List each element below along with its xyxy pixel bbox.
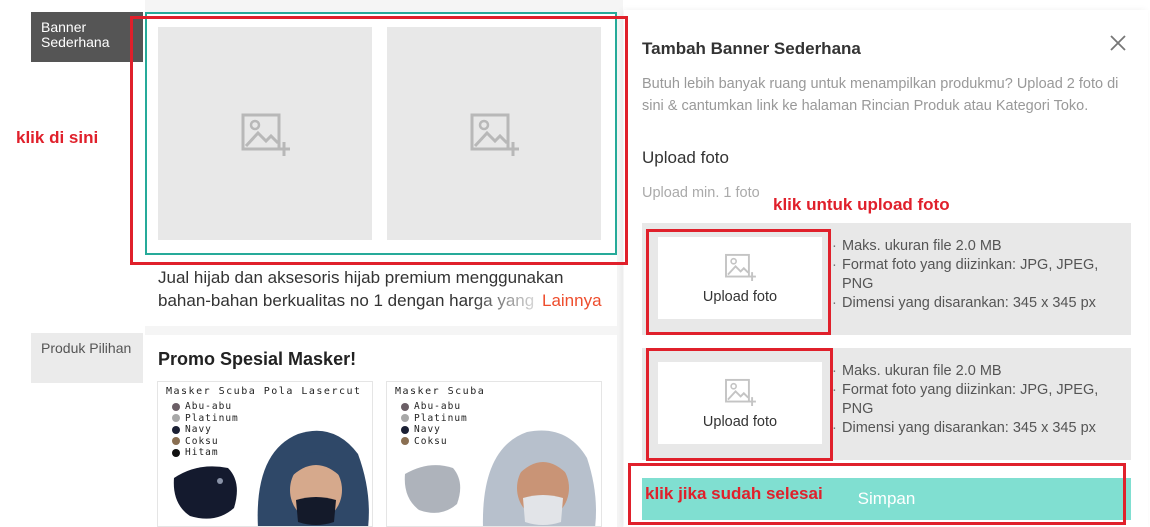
panel-description: Butuh lebih banyak ruang untuk menampilk… — [642, 76, 1119, 114]
model-photo — [404, 430, 596, 526]
description-fade — [470, 289, 550, 312]
rule-item: Maks. ukuran file 2.0 MB — [832, 362, 1122, 381]
more-link[interactable]: Lainnya — [542, 291, 602, 311]
panel-title: Tambah Banner Sederhana — [642, 39, 861, 58]
product-card[interactable]: Masker Scuba Pola Lasercut Abu-abu Plati… — [157, 381, 373, 527]
promo-title: Promo Spesial Masker! — [158, 349, 357, 369]
upload-heading: Upload foto — [642, 148, 729, 167]
product-card[interactable]: Masker Scuba Abu-abu Platinum Navy Coksu — [386, 381, 602, 527]
rule-item: Format foto yang diizinkan: JPG, JPEG, P… — [832, 381, 1122, 419]
rule-item: Format foto yang diizinkan: JPG, JPEG, P… — [832, 256, 1122, 294]
upload-min-hint: Upload min. 1 foto — [642, 185, 760, 201]
page: Banner Sederhana Produk Pilihan Jual hij… — [0, 0, 1150, 527]
model-photo — [173, 430, 369, 526]
annotation-click-here: klik di sini — [16, 128, 99, 147]
section-tab-banner[interactable]: Banner Sederhana — [31, 12, 143, 62]
close-icon[interactable] — [1108, 33, 1128, 53]
rule-item: Dimensi yang disarankan: 345 x 345 px — [832, 419, 1122, 438]
annotation-click-upload: klik untuk upload foto — [773, 195, 950, 214]
rule-item: Dimensi yang disarankan: 345 x 345 px — [832, 294, 1122, 313]
rule-item: Maks. ukuran file 2.0 MB — [832, 237, 1122, 256]
upload-rules: Maks. ukuran file 2.0 MB Format foto yan… — [832, 362, 1122, 438]
section-tab-produk[interactable]: Produk Pilihan — [31, 333, 143, 383]
annotation-click-done: klik jika sudah selesai — [645, 484, 823, 503]
upload-rules: Maks. ukuran file 2.0 MB Format foto yan… — [832, 237, 1122, 313]
highlight-upload-1 — [646, 229, 831, 335]
highlight-banner-area — [130, 16, 628, 265]
highlight-upload-2 — [646, 348, 833, 461]
